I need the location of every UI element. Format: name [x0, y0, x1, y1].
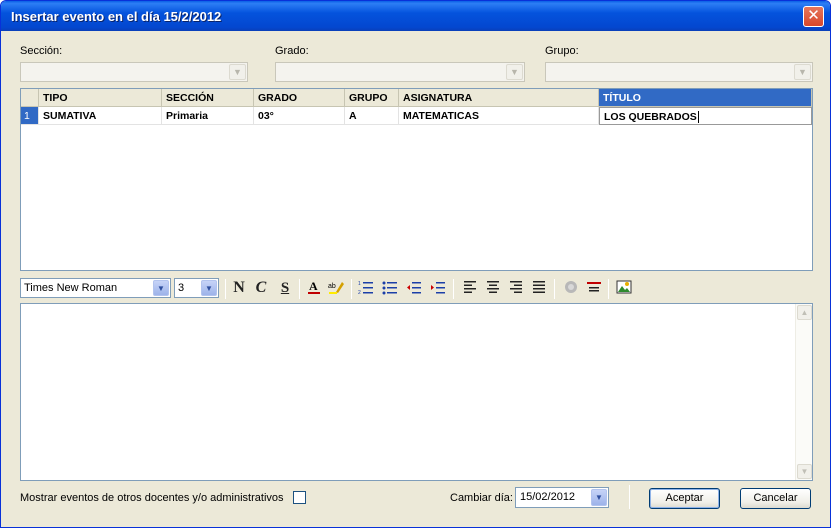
indent-icon[interactable] [429, 279, 447, 297]
row-number[interactable]: 1 [21, 107, 39, 125]
editor-scrollbar[interactable]: ▲ ▼ [795, 304, 812, 480]
chevron-down-icon[interactable]: ▼ [201, 280, 217, 296]
horizontal-rule-icon[interactable] [585, 279, 603, 297]
show-others-label: Mostrar eventos de otros docentes y/o ad… [20, 492, 284, 504]
font-family-value: Times New Roman [24, 282, 118, 294]
font-size-value: 3 [178, 282, 185, 294]
grupo-label: Grupo: [545, 45, 579, 57]
cell-titulo[interactable]: LOS QUEBRADOS [599, 107, 812, 125]
date-picker[interactable]: 15/02/2012 ▼ [515, 487, 609, 508]
font-size-select[interactable]: 3 ▼ [174, 278, 219, 298]
svg-text:1: 1 [358, 281, 361, 287]
scroll-up-icon[interactable]: ▲ [797, 305, 812, 320]
bold-button[interactable]: N [230, 279, 248, 297]
toolbar-separator [351, 279, 352, 299]
align-left-icon[interactable] [461, 279, 479, 297]
scroll-down-icon[interactable]: ▼ [797, 464, 812, 479]
toolbar-separator [554, 279, 555, 299]
justify-icon[interactable] [530, 279, 548, 297]
outdent-icon[interactable] [405, 279, 423, 297]
underline-button[interactable]: S [276, 279, 294, 297]
window-title: Insertar evento en el día 15/2/2012 [11, 9, 222, 24]
font-color-icon[interactable]: A [305, 279, 323, 297]
cell-grado[interactable]: 03° [254, 107, 345, 125]
chevron-down-icon[interactable]: ▼ [794, 64, 811, 80]
cell-titulo-text: LOS QUEBRADOS [604, 111, 697, 123]
accept-button[interactable]: Aceptar [649, 488, 720, 509]
seccion-label: Sección: [20, 45, 63, 57]
column-header-grupo[interactable]: GRUPO [345, 89, 399, 107]
chevron-down-icon[interactable]: ▼ [591, 489, 607, 506]
highlight-icon[interactable]: ab [327, 279, 345, 297]
cell-tipo[interactable]: SUMATIVA [39, 107, 162, 125]
date-value: 15/02/2012 [520, 491, 576, 503]
grupo-select[interactable]: ▼ [545, 62, 813, 82]
numbered-list-icon[interactable]: 12 [357, 279, 375, 297]
bullet-list-icon[interactable] [381, 279, 399, 297]
show-others-checkbox[interactable] [293, 491, 306, 504]
seccion-select[interactable]: ▼ [20, 62, 248, 82]
events-grid[interactable]: TIPO SECCIÓN GRADO GRUPO ASIGNATURA TÍTU… [20, 88, 813, 271]
column-header-seccion[interactable]: SECCIÓN [162, 89, 254, 107]
column-header-grado[interactable]: GRADO [254, 89, 345, 107]
grid-corner-header [21, 89, 39, 107]
column-header-titulo[interactable]: TÍTULO [599, 89, 812, 107]
italic-button[interactable]: C [252, 279, 270, 297]
svg-text:ab: ab [328, 283, 336, 290]
close-button[interactable]: ✕ [803, 6, 824, 27]
insert-event-dialog: Insertar evento en el día 15/2/2012 ✕ Se… [0, 0, 831, 528]
description-editor[interactable]: ▲ ▼ [20, 303, 813, 481]
font-family-select[interactable]: Times New Roman ▼ [20, 278, 171, 298]
toolbar-separator [225, 279, 226, 299]
svg-text:2: 2 [358, 290, 361, 295]
text-cursor [697, 111, 699, 123]
column-header-asignatura[interactable]: ASIGNATURA [399, 89, 599, 107]
link-icon[interactable] [562, 279, 580, 297]
chevron-down-icon[interactable]: ▼ [506, 64, 523, 80]
change-day-label: Cambiar día: [450, 492, 513, 504]
cell-seccion[interactable]: Primaria [162, 107, 254, 125]
chevron-down-icon[interactable]: ▼ [229, 64, 246, 80]
cancel-button[interactable]: Cancelar [740, 488, 811, 509]
toolbar-separator [299, 279, 300, 299]
footer-separator [629, 485, 630, 509]
title-bar[interactable]: Insertar evento en el día 15/2/2012 ✕ [1, 1, 830, 31]
svg-text:A: A [309, 279, 318, 293]
toolbar-separator [453, 279, 454, 299]
align-center-icon[interactable] [484, 279, 502, 297]
grado-select[interactable]: ▼ [275, 62, 525, 82]
cell-grupo[interactable]: A [345, 107, 399, 125]
chevron-down-icon[interactable]: ▼ [153, 280, 169, 296]
toolbar-separator [608, 279, 609, 299]
grado-label: Grado: [275, 45, 309, 57]
insert-image-icon[interactable] [615, 279, 633, 297]
cell-asignatura[interactable]: MATEMATICAS [399, 107, 599, 125]
column-header-tipo[interactable]: TIPO [39, 89, 162, 107]
align-right-icon[interactable] [507, 279, 525, 297]
